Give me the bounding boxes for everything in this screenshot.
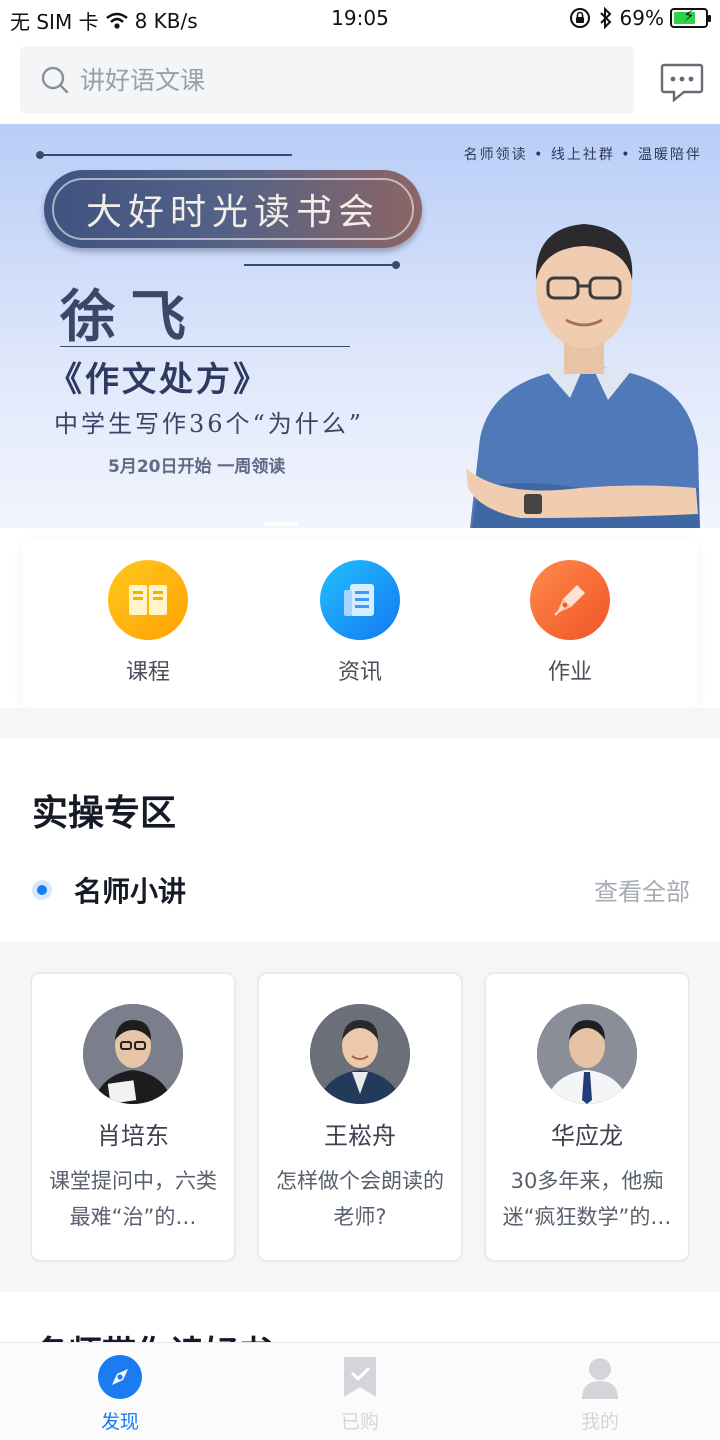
- charging-bolt-icon: ⚡: [683, 6, 695, 25]
- decor-dot: [36, 151, 44, 159]
- decor-dot: [392, 261, 400, 269]
- tab-purchased[interactable]: 已购: [300, 1355, 420, 1434]
- avatar: [83, 1004, 183, 1104]
- avatar: [310, 1004, 410, 1104]
- search-icon: [41, 66, 69, 94]
- teacher-description: 30多年来，他痴迷“疯狂数学”的…: [502, 1169, 672, 1229]
- banner-author: 徐飞: [60, 284, 200, 350]
- banner-tagline: 名师领读 • 线上社群 • 温暖陪伴: [463, 147, 702, 163]
- teacher-name: 肖培东: [97, 1122, 169, 1150]
- banner-page-indicator: [264, 522, 298, 526]
- tab-label: 发现: [100, 1411, 139, 1433]
- battery-percent: 69%: [619, 6, 664, 30]
- quick-entry-label: 资讯: [337, 660, 382, 685]
- pen-icon: [530, 560, 610, 640]
- avatar: [537, 1004, 637, 1104]
- section-divider: [0, 708, 720, 738]
- teacher-photo: [466, 224, 700, 528]
- quick-entry-label: 作业: [547, 660, 592, 685]
- decor-line: [244, 264, 396, 266]
- tab-label: 已购: [340, 1411, 379, 1433]
- search-bar[interactable]: [20, 46, 634, 114]
- quick-entry-course[interactable]: 课程: [88, 560, 208, 686]
- teacher-description: 怎样做个会朗读的老师?: [276, 1169, 444, 1229]
- teacher-description: 课堂提问中，六类最难“治”的…: [49, 1169, 217, 1229]
- news-icon: [320, 560, 400, 640]
- search-input[interactable]: [80, 65, 580, 95]
- quick-entry-label: 课程: [125, 660, 170, 685]
- teacher-name: 华应龙: [551, 1122, 623, 1150]
- bluetooth-icon: [599, 7, 611, 29]
- section-title: 实操专区: [32, 793, 177, 834]
- compass-icon: [98, 1355, 142, 1399]
- banner-date: 5月20日开始 一周领读: [108, 457, 286, 477]
- bookmark-icon: [344, 1357, 376, 1397]
- banner-title: 大好时光读书会: [52, 178, 414, 240]
- teacher-card[interactable]: 肖培东 课堂提问中，六类最难“治”的…: [30, 972, 236, 1262]
- decor-line: [40, 154, 292, 156]
- teacher-card[interactable]: 华应龙 30多年来，他痴迷“疯狂数学”的…: [484, 972, 690, 1262]
- decor-line: [60, 346, 350, 347]
- quick-entry-homework[interactable]: 作业: [510, 560, 630, 686]
- banner-title-pill: 大好时光读书会: [44, 170, 422, 248]
- bottom-tab-bar: 发现 已购 我的: [0, 1342, 720, 1440]
- teacher-name: 王崧舟: [324, 1122, 396, 1150]
- user-icon: [582, 1358, 618, 1399]
- chat-bubble-icon[interactable]: [660, 62, 704, 102]
- promo-banner[interactable]: 名师领读 • 线上社群 • 温暖陪伴 大好时光读书会 徐飞 《作文处方》 中学生…: [0, 124, 720, 528]
- view-all-link[interactable]: 查看全部: [594, 872, 690, 907]
- subsection-title: 名师小讲: [74, 875, 187, 908]
- battery-icon: ⚡: [670, 6, 711, 28]
- teacher-card[interactable]: 王崧舟 怎样做个会朗读的老师?: [257, 972, 463, 1262]
- quick-entry-card: 课程 资讯 作业: [22, 538, 698, 708]
- banner-subtitle: 中学生写作36个“为什么”: [54, 410, 365, 438]
- tab-discover[interactable]: 发现: [60, 1355, 180, 1434]
- orientation-lock-icon: [569, 8, 590, 28]
- tab-mine[interactable]: 我的: [540, 1355, 660, 1434]
- tab-label: 我的: [580, 1411, 619, 1433]
- book-icon: [108, 560, 188, 640]
- banner-book-title: 《作文处方》: [48, 360, 270, 400]
- bullet-dot-icon: [32, 880, 52, 900]
- quick-entry-news[interactable]: 资讯: [300, 560, 420, 686]
- status-bar: 无 SIM 卡 8 KB/s 19:05 69% ⚡: [0, 0, 720, 40]
